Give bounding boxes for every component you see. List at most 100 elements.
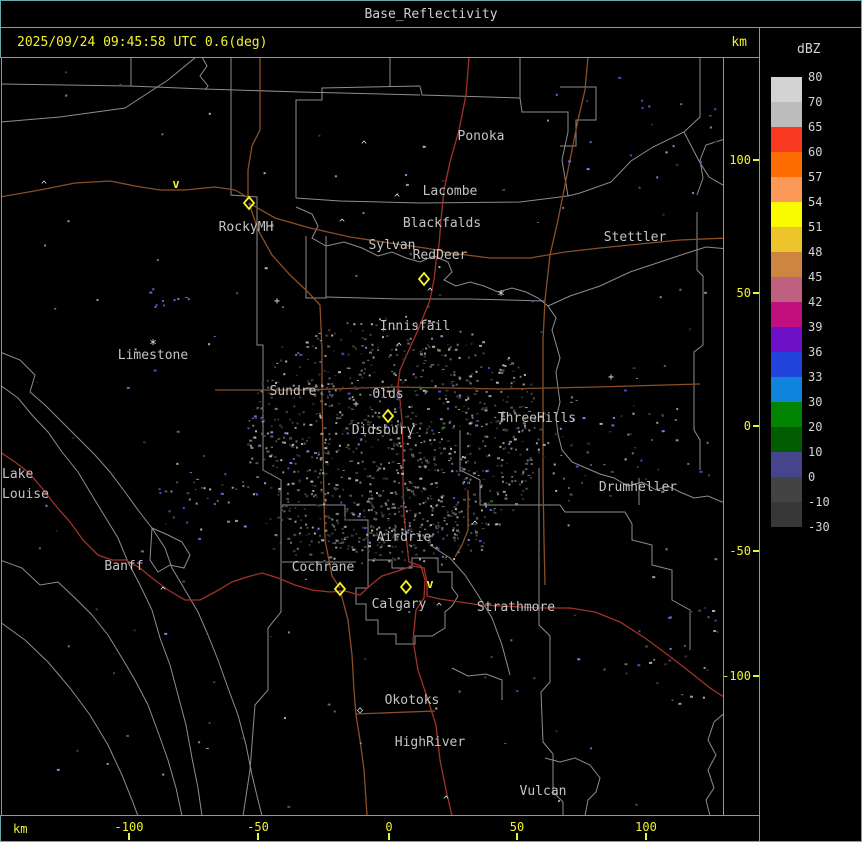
echo-pixel [409,481,413,484]
echo-pixel [317,389,320,392]
echo-pixel [378,467,382,470]
echo-pixel [504,429,507,432]
echo-pixel [303,423,306,426]
echo-pixel [372,534,375,537]
echo-pixel [317,527,320,530]
echo-pixel [432,433,435,435]
echo-pixel [235,488,238,490]
echo-pixel [478,540,482,543]
echo-pixel [348,494,351,496]
echo-pixel [439,441,441,444]
colorbar-value-label: 42 [808,295,823,309]
echo-pixel [449,446,452,448]
echo-pixel [518,430,521,433]
echo-pixel [387,519,390,522]
echo-pixel [661,430,665,433]
echo-pixel [481,522,483,524]
radar-map[interactable]: ^ ^ ^ ^ ^ ^ ^ ^ ^ ^ * * + + + ◇ Ponoka Lacombe Blackfalds… [1,57,724,816]
echo-pixel [328,534,331,537]
echo-pixel [443,520,446,522]
echo-pixel [391,447,394,450]
echo-pixel [342,488,345,491]
echo-pixel [208,112,211,115]
echo-pixel [415,415,417,417]
echo-pixel [453,391,456,394]
echo-pixel [355,274,358,277]
echo-pixel [314,452,317,454]
echo-pixel [448,452,452,455]
echo-pixel [430,379,433,382]
echo-pixel [640,459,643,462]
echo-pixel [352,548,356,551]
echo-pixel [375,324,378,327]
echo-pixel [438,432,441,434]
echo-pixel [500,464,503,467]
echo-pixel [470,532,473,535]
radar-map-canvas[interactable]: ^^^^^^^^^^**+++◇ PonokaLacombeBlackfalds… [2,58,723,815]
echo-pixel [403,521,406,524]
echo-pixel [443,447,446,450]
echo-pixel [665,151,668,154]
echo-pixel [454,508,457,511]
x-tick-label: 50 [509,820,525,834]
echo-pixel [425,347,428,350]
echo-pixel [453,533,456,536]
page-title: Base_Reflectivity [364,6,498,22]
echo-pixel [287,500,290,503]
echo-pixel [374,411,377,414]
echo-pixel [447,344,450,346]
echo-pixel [422,502,425,505]
echo-pixel [371,529,374,532]
echo-pixel [573,614,576,616]
echo-pixel [502,480,504,483]
echo-pixel [475,379,479,382]
echo-pixel [361,562,363,565]
echo-pixel [372,356,375,359]
echo-pixel [519,453,522,456]
echo-pixel [263,458,266,461]
echo-pixel [586,168,590,171]
echo-pixel [513,381,516,383]
range-axis-horizontal: km -100 -50 0 50 100 [0,815,760,842]
echo-pixel [328,405,331,408]
echo-pixel [326,463,329,466]
echo-pixel [395,453,398,456]
echo-pixel [319,468,322,471]
echo-pixel [399,567,402,570]
city-label: RedDeer [413,248,468,263]
echo-pixel [433,449,436,451]
echo-pixel [329,393,331,396]
y-tick-label: -50 [729,544,751,558]
echo-pixel [468,505,471,508]
echo-pixel [221,483,224,486]
echo-pixel [461,456,464,458]
echo-pixel [460,510,463,513]
echo-pixel [411,412,415,414]
echo-pixel [324,403,327,406]
echo-pixel [375,514,378,515]
echo-pixel [299,526,302,529]
echo-pixel [496,491,500,494]
colorbar-swatch [771,177,802,202]
echo-pixel [296,422,299,425]
echo-pixel [317,476,320,479]
echo-pixel [404,518,407,520]
echo-pixel [475,424,479,427]
city-label: Blackfalds [403,216,481,231]
echo-pixel [452,536,456,539]
echo-pixel [325,461,329,464]
echo-pixel [524,480,527,482]
echo-pixel [304,578,307,580]
echo-pixel [373,558,376,560]
echo-pixel [374,552,378,554]
station-diamond-icon [417,271,431,287]
echo-pixel [295,375,298,376]
echo-pixel [266,432,269,435]
echo-pixel [345,518,349,521]
echo-pixel [387,544,391,547]
echo-pixel [356,379,359,381]
echo-pixel [298,455,301,458]
echo-pixel [423,440,426,443]
echo-pixel [672,145,675,148]
echo-pixel [521,481,523,484]
